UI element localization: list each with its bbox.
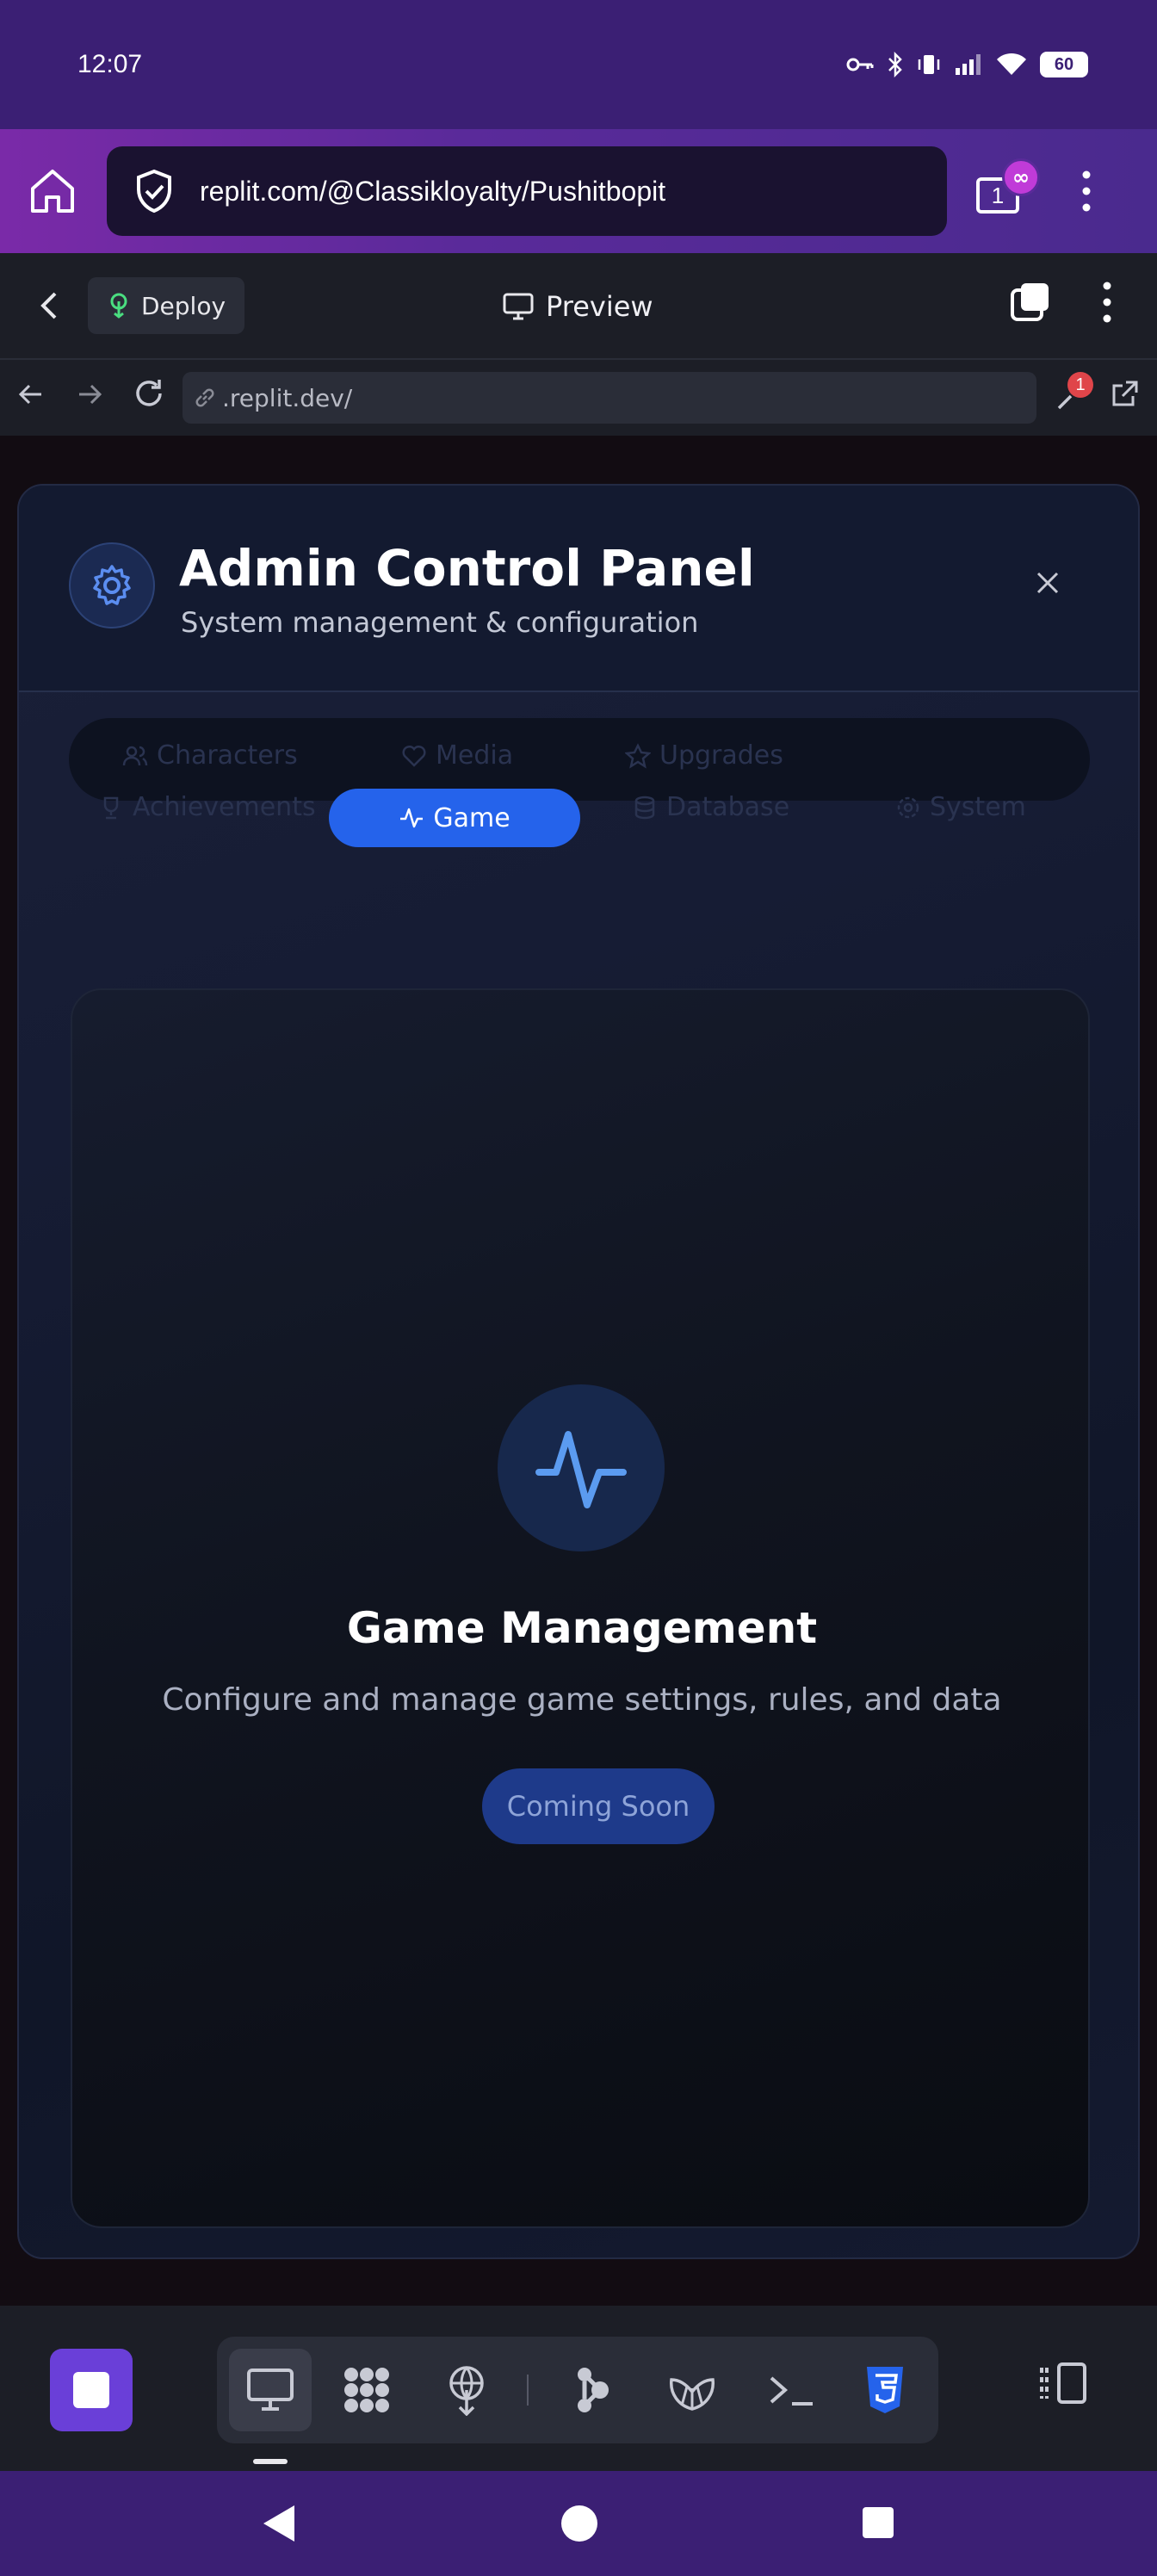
open-external-icon[interactable] xyxy=(1109,379,1140,410)
wifi-icon xyxy=(995,52,1028,77)
tab-media[interactable]: Media xyxy=(401,740,513,771)
active-tool-indicator xyxy=(253,2459,288,2464)
apps-icon xyxy=(341,2364,393,2416)
tab-database[interactable]: Database xyxy=(632,792,789,822)
stop-icon xyxy=(73,2372,109,2408)
nav-back-icon[interactable] xyxy=(17,381,45,408)
tab-achievements[interactable]: Achievements xyxy=(98,792,316,822)
preview-label: Preview xyxy=(546,290,653,323)
replit-header: Deploy Preview xyxy=(0,253,1157,360)
tab-media-label: Media xyxy=(436,740,514,771)
card-description: Configure and manage game settings, rule… xyxy=(162,1682,1002,1718)
nav-home-circle-icon[interactable] xyxy=(560,2504,599,2543)
monitor-icon xyxy=(503,293,534,320)
header-actions xyxy=(1009,281,1112,324)
deploy-button[interactable]: Deploy xyxy=(88,277,245,334)
star-icon xyxy=(625,742,651,769)
trophy-icon xyxy=(98,795,124,820)
tab-achievements-label: Achievements xyxy=(133,792,316,822)
database-icon xyxy=(632,795,658,820)
nav-recents-square-icon[interactable] xyxy=(861,2505,895,2540)
link-icon xyxy=(193,386,217,410)
shell-tool[interactable] xyxy=(651,2349,733,2431)
apps-tool[interactable] xyxy=(325,2349,408,2431)
tab-game-label: Game xyxy=(433,802,510,833)
shield-check-icon[interactable] xyxy=(133,168,176,214)
users-icon xyxy=(122,743,148,769)
preview-title: Preview xyxy=(503,253,653,360)
activity-badge xyxy=(498,1384,665,1551)
system-icons: 60 xyxy=(845,52,1088,77)
activity-icon xyxy=(399,805,424,831)
modal-header: Admin Control Panel System management & … xyxy=(19,486,1138,692)
deploy-label: Deploy xyxy=(141,291,226,320)
incognito-badge: ∞ xyxy=(1002,158,1040,196)
deploy-icon xyxy=(107,293,131,319)
home-icon[interactable] xyxy=(26,164,79,218)
refresh-icon[interactable] xyxy=(133,377,165,410)
url-bar[interactable]: replit.com/@Classikloyalty/Pushitbopit xyxy=(107,146,947,236)
tabs-icon[interactable] xyxy=(1009,282,1050,323)
browser-menu-icon[interactable] xyxy=(1081,170,1092,213)
url-text[interactable]: replit.com/@Classikloyalty/Pushitbopit xyxy=(200,176,665,207)
card-title: Game Management xyxy=(346,1603,818,1653)
back-chevron-icon[interactable] xyxy=(34,288,65,323)
vibrate-icon xyxy=(916,53,942,77)
deploy-tool[interactable] xyxy=(425,2349,508,2431)
tab-system[interactable]: System xyxy=(895,792,1026,822)
replit-bottom-toolbar xyxy=(0,2306,1157,2471)
game-management-card: Game Management Configure and manage gam… xyxy=(71,988,1090,2228)
nav-back-triangle-icon[interactable] xyxy=(260,2504,298,2543)
gear-badge xyxy=(69,542,155,629)
signal-icon xyxy=(954,53,983,77)
system-gear-icon xyxy=(895,795,921,820)
android-nav-bar xyxy=(0,2471,1157,2576)
css-icon xyxy=(863,2365,906,2415)
bluetooth-icon xyxy=(887,52,904,77)
devtools-badge: 1 xyxy=(1067,372,1093,398)
gear-icon xyxy=(89,562,135,609)
globe-deploy-icon xyxy=(442,2364,491,2416)
tab-game[interactable]: Game xyxy=(329,789,580,847)
preview-icon xyxy=(246,2368,294,2412)
nav-forward-icon[interactable] xyxy=(76,381,103,408)
activity-pulse-icon xyxy=(534,1421,628,1515)
clock: 12:07 xyxy=(77,50,143,78)
console-icon xyxy=(768,2373,816,2407)
stop-button[interactable] xyxy=(50,2349,133,2431)
panel-toggle-icon[interactable] xyxy=(1038,2361,1090,2406)
coming-soon-button[interactable]: Coming Soon xyxy=(482,1768,715,1844)
webview-address[interactable]: .replit.dev/ xyxy=(222,384,352,412)
tab-database-label: Database xyxy=(666,792,790,822)
close-icon[interactable] xyxy=(1035,570,1061,596)
modal-title: Admin Control Panel xyxy=(179,539,755,598)
tool-group xyxy=(217,2337,938,2443)
tab-upgrades-label: Upgrades xyxy=(659,740,783,771)
agent-icon xyxy=(571,2364,614,2416)
admin-modal: Admin Control Panel System management & … xyxy=(17,484,1140,2259)
preview-tool[interactable] xyxy=(229,2349,312,2431)
browser-toolbar: replit.com/@Classikloyalty/Pushitbopit 1… xyxy=(0,129,1157,253)
css-tool[interactable] xyxy=(844,2349,926,2431)
more-options-icon[interactable] xyxy=(1102,281,1112,324)
tab-switcher-button[interactable]: 1 ∞ xyxy=(976,158,1040,217)
agent-tool[interactable] xyxy=(551,2349,634,2431)
tab-system-label: System xyxy=(930,792,1026,822)
tab-characters-label: Characters xyxy=(157,740,298,771)
modal-subtitle: System management & configuration xyxy=(181,606,699,639)
webview-nav: .replit.dev/ xyxy=(0,360,1157,436)
key-icon xyxy=(845,54,875,75)
status-bar: 12:07 60 xyxy=(0,0,1157,129)
tab-upgrades[interactable]: Upgrades xyxy=(625,740,783,771)
webview-content: Admin Control Panel System management & … xyxy=(0,436,1157,2306)
battery-indicator: 60 xyxy=(1040,52,1088,77)
webview-address-bar[interactable]: .replit.dev/ xyxy=(183,372,1036,424)
heart-icon xyxy=(401,743,427,769)
shell-icon xyxy=(666,2368,718,2412)
tab-characters[interactable]: Characters xyxy=(122,740,298,771)
console-tool[interactable] xyxy=(751,2349,833,2431)
toolbar-divider xyxy=(527,2375,529,2406)
